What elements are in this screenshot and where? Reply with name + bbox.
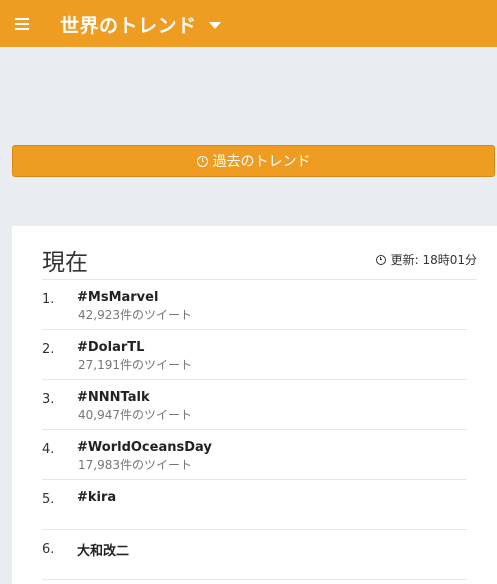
past-trends-button[interactable]: 過去のトレンド — [12, 145, 495, 177]
trend-rank: 5. — [42, 492, 55, 507]
trend-item[interactable]: 2. #DolarTL 27,191件のツイート — [42, 330, 467, 380]
trend-list: 1. #MsMarvel 42,923件のツイート 2. #DolarTL 27… — [42, 280, 467, 580]
updated-time: 更新: 18時01分 — [375, 251, 477, 268]
trends-header: 現在 更新: 18時01分 — [42, 241, 477, 280]
trend-count: 42,923件のツイート — [78, 308, 192, 322]
trend-item[interactable]: 1. #MsMarvel 42,923件のツイート — [42, 280, 467, 330]
trend-count: 17,983件のツイート — [78, 458, 192, 472]
hamburger-icon[interactable] — [15, 15, 29, 32]
trend-name[interactable]: #kira — [77, 490, 116, 505]
trends-heading: 現在 — [42, 250, 88, 276]
trend-item[interactable]: 3. #NNNTalk 40,947件のツイート — [42, 380, 467, 430]
trend-name[interactable]: #DolarTL — [77, 340, 144, 355]
trend-item[interactable]: 6. 大和改二 — [42, 530, 467, 580]
trend-rank: 1. — [42, 292, 55, 307]
region-selector[interactable]: 世界のトレンド — [60, 11, 221, 38]
past-trends-label: 過去のトレンド — [212, 154, 311, 170]
trend-item[interactable]: 4. #WorldOceansDay 17,983件のツイート — [42, 430, 467, 480]
top-bar: 世界のトレンド — [0, 0, 497, 47]
trend-rank: 3. — [42, 392, 55, 407]
trend-count: 40,947件のツイート — [78, 408, 192, 422]
updated-label: 更新: 18時01分 — [390, 253, 477, 267]
trend-rank: 4. — [42, 442, 55, 457]
trend-rank: 6. — [42, 542, 55, 557]
trend-rank: 2. — [42, 342, 55, 357]
clock-icon — [196, 155, 208, 167]
caret-down-icon — [208, 22, 221, 29]
trend-name[interactable]: #MsMarvel — [77, 290, 158, 305]
page-title: 世界のトレンド — [60, 15, 197, 37]
trend-name[interactable]: #NNNTalk — [77, 390, 150, 405]
trends-card: 現在 更新: 18時01分 1. #MsMarvel 42,923件のツイート … — [12, 226, 497, 584]
trend-name[interactable]: #WorldOceansDay — [77, 440, 212, 455]
trend-count: 27,191件のツイート — [78, 358, 192, 372]
clock-icon — [375, 254, 386, 265]
trend-item[interactable]: 5. #kira — [42, 480, 467, 530]
trend-name[interactable]: 大和改二 — [77, 540, 129, 559]
